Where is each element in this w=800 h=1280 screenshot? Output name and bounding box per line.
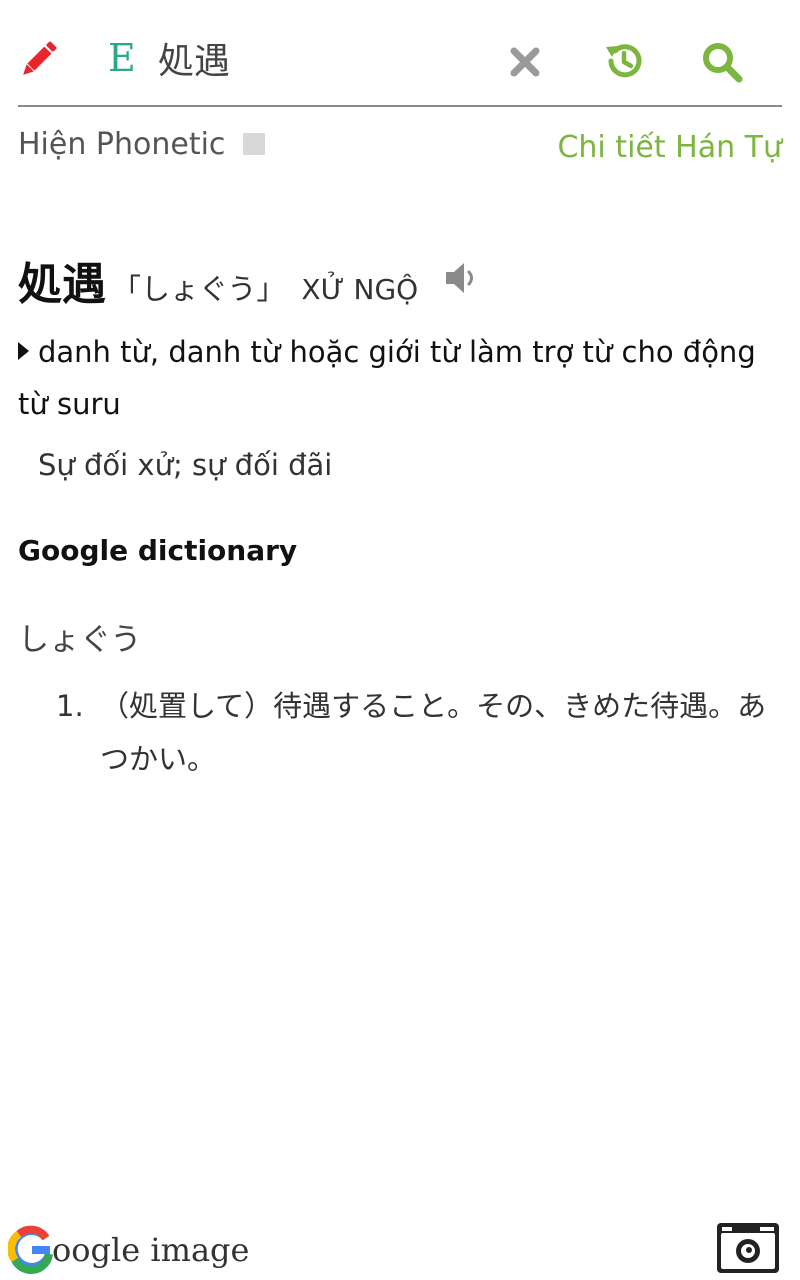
caret-right-icon bbox=[18, 342, 29, 360]
search-input[interactable] bbox=[158, 30, 488, 86]
clear-icon[interactable] bbox=[509, 46, 541, 78]
camera-icon[interactable] bbox=[716, 1219, 780, 1275]
part-of-speech: danh từ, danh từ hoặc giới từ làm trợ từ… bbox=[18, 326, 788, 430]
pencil-icon[interactable] bbox=[18, 40, 58, 80]
entry-word: 処遇 bbox=[18, 259, 106, 310]
entry-header: 処遇 「しょぐう」 XỬ NGỘ bbox=[18, 248, 418, 312]
phonetic-label: Hiện Phonetic bbox=[18, 126, 226, 162]
speaker-icon[interactable] bbox=[442, 258, 482, 298]
google-dictionary-header: Google dictionary bbox=[18, 534, 298, 567]
history-icon[interactable] bbox=[603, 40, 645, 82]
google-g-icon bbox=[8, 1225, 53, 1274]
google-image-label: oogle image bbox=[52, 1231, 250, 1269]
google-dictionary-reading: しょぐう bbox=[18, 622, 142, 658]
dictionary-page: E Hiện Phonetic Chi tiết Hán Tự 処遇 「しょぐう… bbox=[0, 0, 800, 1280]
entry-meaning: Sự đối xử; sự đối đãi bbox=[38, 448, 333, 482]
search-icon[interactable] bbox=[700, 40, 744, 84]
google-image-link[interactable]: oogle image bbox=[8, 1222, 249, 1278]
definition-number: 1. bbox=[56, 689, 84, 723]
entry-reading: 「しょぐう」 bbox=[112, 272, 286, 306]
part-of-speech-text: danh từ, danh từ hoặc giới từ làm trợ từ… bbox=[18, 335, 756, 421]
language-indicator[interactable]: E bbox=[108, 36, 136, 80]
phonetic-checkbox[interactable] bbox=[243, 133, 266, 155]
entry-hanviet: XỬ NGỘ bbox=[301, 273, 419, 306]
definition-text: （処置して）待遇すること。その、きめた待遇。あつかい。 bbox=[100, 689, 767, 776]
kanji-detail-link[interactable]: Chi tiết Hán Tự bbox=[557, 130, 782, 165]
phonetic-toggle[interactable]: Hiện Phonetic bbox=[18, 124, 266, 164]
definition-item: 1. （処置して）待遇すること。その、きめた待遇。あつかい。 bbox=[56, 680, 776, 786]
